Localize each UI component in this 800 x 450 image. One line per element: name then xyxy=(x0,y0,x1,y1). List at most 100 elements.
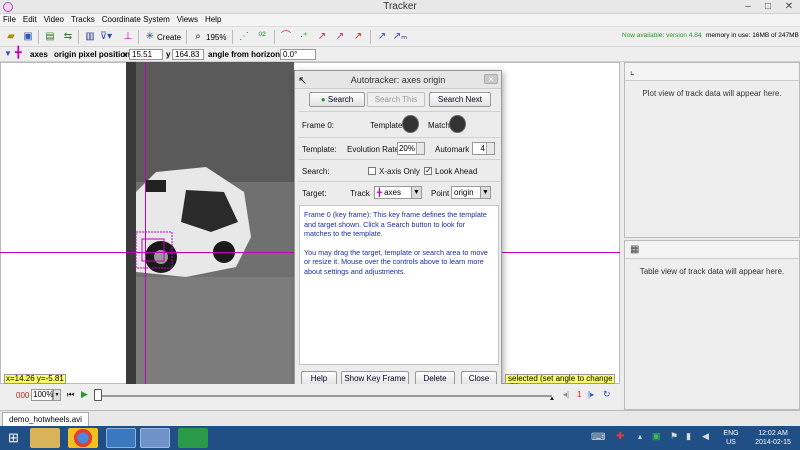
tracker-taskbar-icon[interactable] xyxy=(140,428,170,448)
point-select[interactable]: origin ▼ xyxy=(451,186,491,199)
point-select-value: origin xyxy=(454,188,474,197)
path-icon[interactable]: ⌒ xyxy=(278,30,294,44)
look-ahead-checkbox[interactable]: ✓ xyxy=(424,167,432,175)
timeline-track[interactable] xyxy=(98,395,552,397)
menu-file[interactable]: File xyxy=(0,14,20,24)
spreadsheet-icon[interactable] xyxy=(178,428,208,448)
menu-help[interactable]: Help xyxy=(202,14,225,24)
volume-icon[interactable]: ◀ xyxy=(702,431,709,442)
create-button[interactable]: Create xyxy=(157,33,181,42)
velocity-icon[interactable]: ↗ xyxy=(314,30,330,44)
angle-field[interactable]: 0.0° xyxy=(280,49,316,60)
axes-property-bar: ▼ ╋ axes origin pixel position x 15.51 y… xyxy=(0,47,800,62)
rate-dropdown-icon[interactable]: ▾ xyxy=(53,389,61,401)
windows-start-icon[interactable]: ⊞ xyxy=(8,431,19,444)
mouse-cursor-icon: ↖ xyxy=(298,75,308,87)
origin-y-field[interactable]: 164.83 xyxy=(172,49,204,60)
origin-x-field[interactable]: 15.51 xyxy=(129,49,163,60)
language-indicator[interactable]: ENG US xyxy=(718,429,744,447)
step-back-icon[interactable]: ◂| xyxy=(563,390,569,399)
zoom-level[interactable]: 195% xyxy=(206,33,226,42)
point-label: Point xyxy=(431,189,450,198)
zoom-icon[interactable]: ⌕ xyxy=(190,30,206,44)
evolution-rate-label: Evolution Rate xyxy=(347,145,400,154)
table-view-icon[interactable]: ▦ xyxy=(630,244,639,255)
windows-taskbar: ⊞ ⌨ ✚ ▴ ▣ ⚑ ▮ ◀ ENG US 12:02 AM 2014-02-15 xyxy=(0,426,800,450)
network-icon[interactable]: ▮ xyxy=(686,431,691,442)
play-icon[interactable]: ▶ xyxy=(81,389,88,400)
step-size[interactable]: 1 xyxy=(577,390,581,399)
chrome-icon[interactable] xyxy=(68,428,98,448)
open-folder-icon[interactable]: ▰ xyxy=(3,30,19,44)
rate-field[interactable]: 100% xyxy=(31,389,53,401)
y-axis-line[interactable] xyxy=(145,62,146,384)
xaxis-only-checkbox[interactable] xyxy=(368,167,376,175)
file-tab[interactable]: demo_hotwheels.avi xyxy=(2,412,89,426)
acceleration-icon[interactable]: ↗ xyxy=(332,30,348,44)
search-next-button[interactable]: Search Next xyxy=(429,92,491,107)
version-notice[interactable]: Now available: version 4.84 xyxy=(622,32,702,39)
menu-views[interactable]: Views xyxy=(174,14,202,24)
labels-icon[interactable]: ⁰² xyxy=(254,30,270,44)
maximize-button[interactable]: □ xyxy=(758,0,778,14)
position-icon[interactable]: ∙⁺ xyxy=(296,30,312,44)
zoom-tool-icon[interactable]: ↗ₘ xyxy=(392,30,408,44)
close-window-button[interactable]: ✕ xyxy=(778,0,800,14)
menu-tracks[interactable]: Tracks xyxy=(68,14,99,24)
table-panel[interactable]: ▦ Table view of track data will appear h… xyxy=(624,240,800,410)
tray-app-icon[interactable]: ✚ xyxy=(616,431,624,442)
menu-video[interactable]: Video xyxy=(41,14,68,24)
search-button[interactable]: ● Search xyxy=(309,92,365,107)
frame-counter[interactable]: 000 xyxy=(16,391,29,400)
open-video-icon[interactable]: ▤ xyxy=(42,30,58,44)
keyboard-icon[interactable]: ⌨ xyxy=(591,432,605,443)
dialog-close-icon[interactable]: ✕ xyxy=(484,74,498,84)
table-placeholder-message: Table view of track data will appear her… xyxy=(639,267,785,276)
import-icon[interactable]: ⇆ xyxy=(60,30,76,44)
angle-hint: selected (set angle to change tilt) xyxy=(505,374,615,391)
clip-settings-icon[interactable]: ▥ xyxy=(82,30,98,44)
track-label: Track xyxy=(350,189,370,198)
toolbar: ▰ ▣ ▤ ⇆ ▥ ⊽▾ ⊥ ✳ Create ⌕ 195% ⋰ ⁰² ⌒ ∙⁺… xyxy=(0,27,800,47)
file-explorer-icon[interactable] xyxy=(30,428,60,448)
remote-desktop-icon[interactable] xyxy=(106,428,136,448)
calibration-icon[interactable]: ⊽▾ xyxy=(98,30,114,44)
dropdown-arrow-icon[interactable]: ▼ xyxy=(4,49,12,58)
track-select-value: axes xyxy=(384,188,401,197)
axes-tool-icon[interactable]: ⊥ xyxy=(120,30,136,44)
template-row-label: Template: xyxy=(302,145,337,154)
info-text-area: Frame 0 (key frame): This key frame defi… xyxy=(299,205,499,365)
timeline-thumb[interactable] xyxy=(94,389,102,401)
action-center-icon[interactable]: ⚑ xyxy=(670,431,678,442)
menu-bar: File Edit Video Tracks Coordinate System View… xyxy=(0,14,800,27)
create-track-icon[interactable]: ✳ xyxy=(142,30,158,44)
plot-panel[interactable]: ⌞ Plot view of track data will appear he… xyxy=(624,62,800,238)
plot-view-icon[interactable]: ⌞ xyxy=(630,66,635,77)
loop-icon[interactable]: ↻ xyxy=(603,389,611,400)
go-to-start-icon[interactable]: ⏮ xyxy=(67,390,74,400)
fixed-icon[interactable]: ↗ xyxy=(350,30,366,44)
track-select[interactable]: ╋ axes ▼ xyxy=(374,186,422,199)
menu-coordinate-system[interactable]: Coordinate System xyxy=(99,14,174,24)
search-this-button[interactable]: Search This xyxy=(367,92,425,107)
axes-icon: ╋ xyxy=(15,47,22,59)
video-frame[interactable] xyxy=(126,62,294,384)
frame-row: Frame 0: Template Match xyxy=(298,111,500,137)
look-ahead-label: Look Ahead xyxy=(435,167,478,176)
trails-icon[interactable]: ⋰ xyxy=(236,30,252,44)
evolution-rate-spinner[interactable]: 20% xyxy=(397,142,425,155)
tray-green-icon[interactable]: ▣ xyxy=(652,431,661,442)
autotracker-icon[interactable]: ↗ xyxy=(374,30,390,44)
end-marker-icon[interactable]: ▲ xyxy=(549,396,555,402)
menu-edit[interactable]: Edit xyxy=(20,14,41,24)
video-image xyxy=(126,62,294,384)
step-forward-icon[interactable]: |▸ xyxy=(588,390,594,399)
search-status-icon: ● xyxy=(320,95,326,104)
save-icon[interactable]: ▣ xyxy=(20,30,36,44)
track-name[interactable]: axes xyxy=(30,50,48,59)
autotracker-dialog: Autotracker: axes origin ✕ ● Search Sear… xyxy=(294,70,502,390)
tray-arrow-icon[interactable]: ▴ xyxy=(638,432,642,441)
minimize-button[interactable]: – xyxy=(738,0,758,14)
clock[interactable]: 12:02 AM 2014-02-15 xyxy=(748,429,798,447)
automark-spinner[interactable]: 4 xyxy=(472,142,495,155)
